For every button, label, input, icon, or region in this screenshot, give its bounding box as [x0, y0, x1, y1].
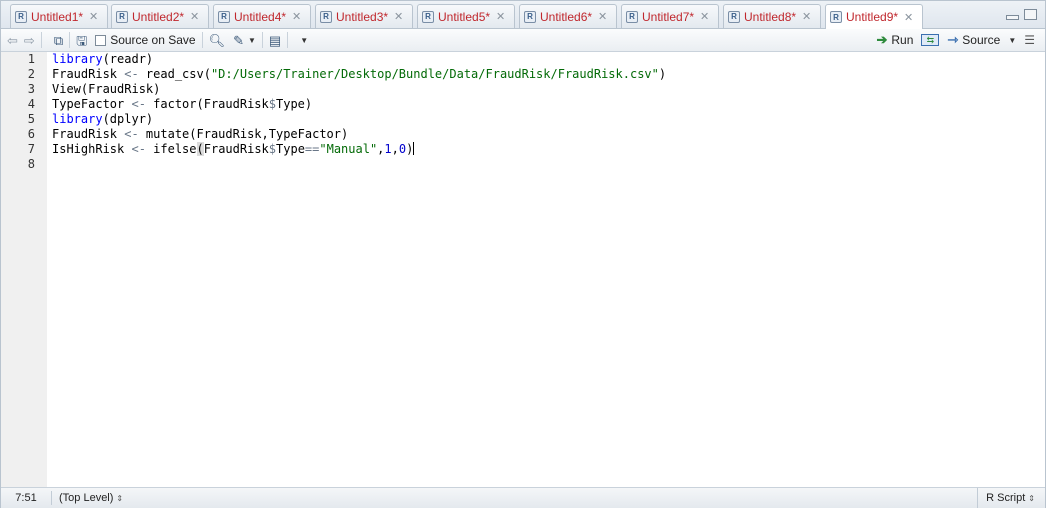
- close-icon[interactable]: ✕: [700, 10, 709, 23]
- tab-label: Untitled9*: [846, 10, 899, 24]
- scope-label: (Top Level): [59, 492, 114, 504]
- line-number: 1: [27, 52, 35, 66]
- toolbar-divider: [201, 32, 203, 48]
- tab-label: Untitled6*: [540, 9, 593, 24]
- source-label: Source: [962, 33, 1001, 47]
- line-number: 5: [27, 112, 35, 126]
- r-script-icon: R: [626, 10, 638, 23]
- search-icon[interactable]: 🔍︎: [209, 34, 226, 47]
- tab-label: Untitled1*: [31, 9, 84, 24]
- text-cursor: [413, 142, 415, 155]
- toolbar-right-group: ➔ Run ⇆ ⇾ Source ▼ ☰: [876, 29, 1045, 51]
- rerun-icon[interactable]: ⇆: [921, 34, 940, 46]
- source-arrow-icon: ⇾: [947, 32, 959, 47]
- scope-selector[interactable]: (Top Level) ⇕: [52, 492, 123, 504]
- tab-untitled2[interactable]: R Untitled2* ✕: [111, 4, 209, 28]
- line-number: 4: [27, 97, 35, 111]
- r-script-icon: R: [116, 10, 128, 23]
- source-button[interactable]: ⇾ Source ▼: [947, 32, 1016, 48]
- source-on-save-checkbox[interactable]: [95, 34, 107, 46]
- line-number: 2: [27, 67, 35, 81]
- chevron-down-icon[interactable]: ▼: [1008, 36, 1016, 45]
- source-on-save-label: Source on Save: [110, 33, 196, 47]
- back-arrow-icon[interactable]: ⇦: [7, 34, 18, 47]
- line-number: 8: [27, 157, 35, 171]
- code-line[interactable]: library(dplyr): [52, 112, 153, 127]
- show-in-new-window-icon[interactable]: ⧉: [54, 34, 63, 47]
- file-type-selector[interactable]: R Script ⇕: [977, 488, 1045, 508]
- chevron-down-icon[interactable]: ▼: [300, 36, 308, 45]
- file-type-label: R Script: [986, 492, 1026, 504]
- editor-toolbar: ⇦ ⇨ ⧉ 🖫 Source on Save 🔍︎ ✎ ▼ ▤ ▼ ➔ Run …: [1, 29, 1045, 52]
- close-icon[interactable]: ✕: [292, 10, 301, 23]
- tab-untitled8[interactable]: R Untitled8* ✕: [723, 4, 821, 28]
- r-script-icon: R: [15, 10, 27, 23]
- tab-untitled6[interactable]: R Untitled6* ✕: [519, 4, 617, 28]
- toolbar-divider: [261, 32, 263, 48]
- pane-window-controls: [1006, 9, 1037, 20]
- close-icon[interactable]: ✕: [190, 10, 199, 23]
- close-icon[interactable]: ✕: [802, 10, 811, 23]
- line-number: 7: [27, 142, 35, 156]
- close-icon[interactable]: ✕: [89, 10, 98, 23]
- code-line[interactable]: FraudRisk <- mutate(FraudRisk,TypeFactor…: [52, 127, 348, 142]
- cursor-position: 7:51: [15, 492, 37, 504]
- toolbar-divider: [287, 32, 289, 48]
- tab-label: Untitled8*: [744, 9, 797, 24]
- tab-untitled4[interactable]: R Untitled4* ✕: [213, 4, 311, 28]
- updown-icon: ⇕: [1028, 493, 1035, 503]
- maximize-pane-icon[interactable]: [1024, 9, 1037, 20]
- code-tools-wand-icon[interactable]: ✎: [233, 34, 244, 47]
- minimize-pane-icon[interactable]: [1006, 15, 1019, 20]
- tab-label: Untitled7*: [642, 9, 695, 24]
- code-editor[interactable]: 1 2 3 4 5 6 7 8 library(readr) FraudRisk…: [1, 52, 1045, 487]
- tab-untitled3[interactable]: R Untitled3* ✕: [315, 4, 413, 28]
- close-icon[interactable]: ✕: [598, 10, 607, 23]
- chevron-down-icon[interactable]: ▼: [248, 36, 256, 45]
- tab-untitled9[interactable]: R Untitled9* ✕: [825, 4, 923, 29]
- tab-label: Untitled4*: [234, 9, 287, 24]
- code-line[interactable]: FraudRisk <- read_csv("D:/Users/Trainer/…: [52, 67, 666, 82]
- status-bar: 7:51 (Top Level) ⇕ R Script ⇕: [1, 487, 1045, 508]
- tab-label: Untitled3*: [336, 9, 389, 24]
- compile-report-icon[interactable]: ▤: [269, 34, 281, 47]
- line-number: 3: [27, 82, 35, 96]
- code-line[interactable]: View(FraudRisk): [52, 82, 160, 97]
- r-script-icon: R: [218, 10, 230, 23]
- run-label: Run: [891, 33, 914, 47]
- tab-untitled5[interactable]: R Untitled5* ✕: [417, 4, 515, 28]
- code-line[interactable]: IsHighRisk <- ifelse(FraudRisk$Type=="Ma…: [52, 142, 415, 157]
- code-line[interactable]: library(readr): [52, 52, 153, 67]
- run-button[interactable]: ➔ Run: [876, 32, 913, 48]
- tab-untitled1[interactable]: R Untitled1* ✕: [10, 4, 108, 28]
- r-script-icon: R: [830, 11, 842, 23]
- close-icon[interactable]: ✕: [904, 11, 913, 24]
- toolbar-divider: [40, 32, 42, 48]
- run-arrow-icon: ➔: [876, 32, 888, 47]
- line-number-gutter: 1 2 3 4 5 6 7 8: [1, 52, 47, 487]
- tab-label: Untitled5*: [438, 9, 491, 24]
- tab-label: Untitled2*: [132, 9, 185, 24]
- forward-arrow-icon[interactable]: ⇨: [24, 34, 35, 47]
- updown-icon: ⇕: [116, 494, 124, 503]
- r-script-icon: R: [728, 10, 740, 23]
- tab-bar: R Untitled1* ✕ R Untitled2* ✕ R Untitled…: [1, 1, 1045, 29]
- close-icon[interactable]: ✕: [496, 10, 505, 23]
- toolbar-divider: [69, 32, 71, 48]
- code-line[interactable]: TypeFactor <- factor(FraudRisk$Type): [52, 97, 312, 112]
- r-script-icon: R: [524, 10, 536, 23]
- line-number: 6: [27, 127, 35, 141]
- close-icon[interactable]: ✕: [394, 10, 403, 23]
- r-script-icon: R: [320, 10, 332, 23]
- tab-untitled7[interactable]: R Untitled7* ✕: [621, 4, 719, 28]
- document-outline-icon[interactable]: ☰: [1024, 33, 1035, 47]
- save-icon[interactable]: 🖫: [76, 34, 87, 47]
- r-script-icon: R: [422, 10, 434, 23]
- source-editor-pane: R Untitled1* ✕ R Untitled2* ✕ R Untitled…: [0, 0, 1046, 508]
